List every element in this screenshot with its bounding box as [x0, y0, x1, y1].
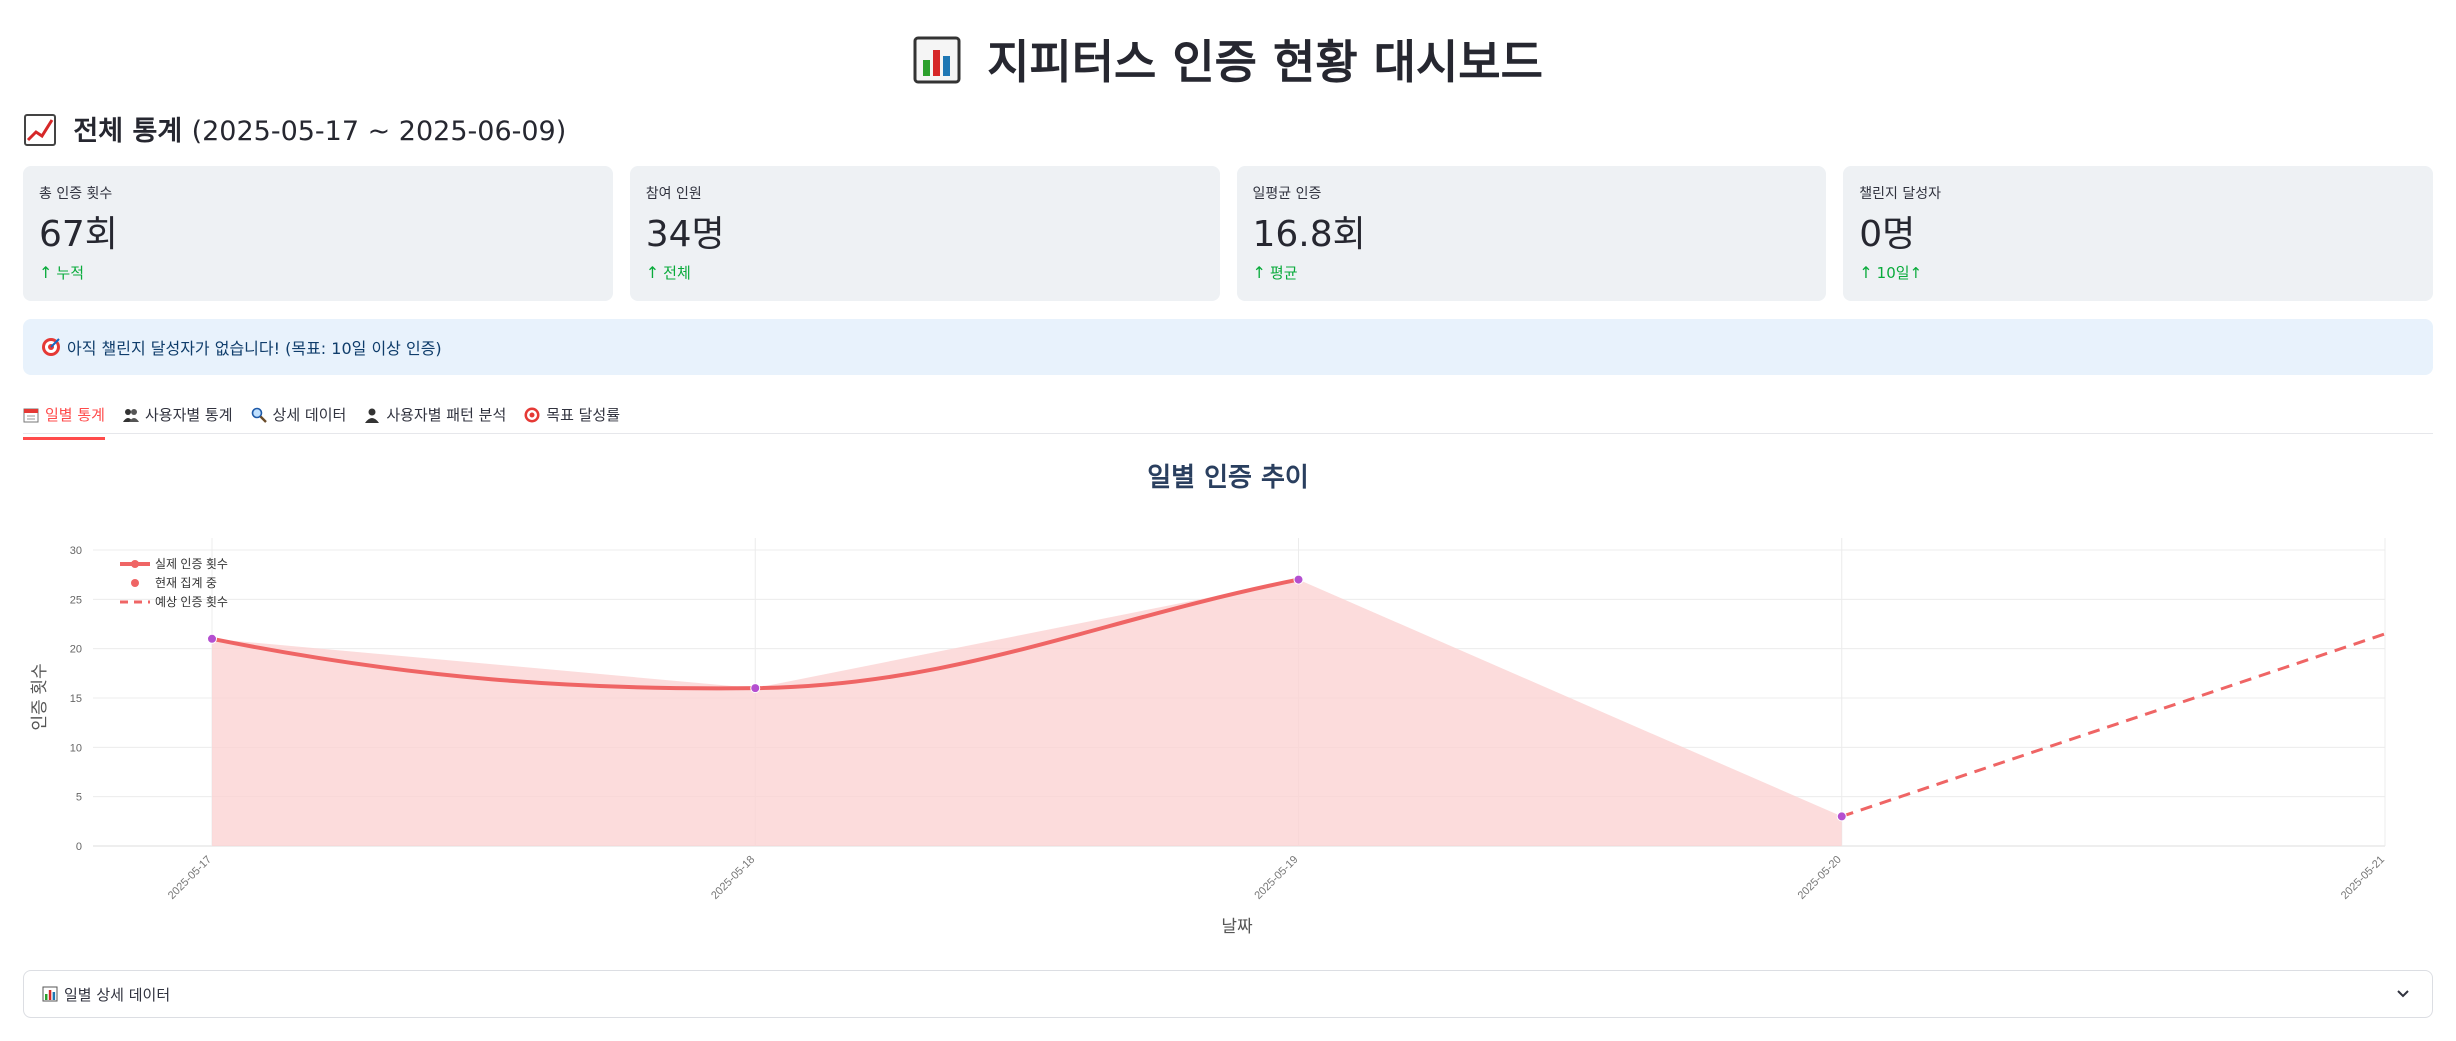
metric-label: 챌린지 달성자 — [1859, 186, 1941, 202]
arrow-up-icon: ↑ — [39, 263, 53, 282]
metric-total-count: 총 인증 횟수 67회 ↑ 누적 — [23, 166, 613, 301]
y-tick-label: 20 — [70, 644, 82, 656]
metric-value: 16.8회 — [1252, 214, 1366, 255]
chevron-down-icon[interactable] — [2392, 983, 2414, 1005]
y-tick-label: 10 — [70, 742, 82, 754]
metric-label: 일평균 인증 — [1252, 186, 1322, 202]
series-line-projected — [1841, 632, 2386, 818]
page-title-text: 지피터스 인증 현황 대시보드 — [987, 35, 1543, 89]
metric-challenge-achievers: 챌린지 달성자 0명 ↑ 10일↑ — [1843, 166, 2433, 301]
tab-label: 사용자별 패턴 분석 — [386, 405, 507, 424]
metric-daily-average: 일평균 인증 16.8회 ↑ 평균 — [1236, 166, 1827, 301]
data-point — [207, 633, 217, 644]
y-tick-label: 25 — [70, 594, 82, 606]
daily-detail-expander[interactable]: 일별 상세 데이터 — [23, 970, 2433, 1018]
bar-chart-icon — [913, 36, 961, 100]
overview-title-text: 전체 통계 — [73, 116, 183, 147]
tab-bar: 일별 통계 사용자별 통계 상세 데이터 사용자별 패턴 분석 목표 달성률 — [23, 396, 2433, 440]
overview-title: 전체 통계 (2025-05-17 ~ 2025-06-09) — [24, 112, 566, 152]
x-tick-label: 2025-05-19 — [1252, 854, 1300, 902]
x-tick-label: 2025-05-17 — [166, 854, 214, 902]
y-tick-label: 5 — [76, 792, 82, 804]
page-title: 지피터스 인증 현황 대시보드 — [0, 30, 2456, 100]
metric-delta: ↑ 평균 — [1253, 262, 1811, 284]
data-point — [1293, 574, 1304, 585]
tab-user-pattern[interactable]: 사용자별 패턴 분석 — [364, 396, 506, 433]
arrow-up-icon: ↑ — [1252, 263, 1266, 282]
tab-goal-rate[interactable]: 목표 달성률 — [524, 396, 620, 433]
area-fill — [212, 579, 1842, 846]
metric-value: 67회 — [39, 214, 118, 255]
arrow-up-icon: ↑ — [1859, 263, 1873, 282]
metric-label: 참여 인원 — [645, 186, 702, 202]
legend-marker-current — [131, 579, 139, 587]
target-icon — [42, 338, 60, 356]
tab-label: 일별 통계 — [45, 405, 105, 424]
metrics-row: 총 인증 횟수 67회 ↑ 누적 참여 인원 34명 ↑ 전체 일평균 인증 16.… — [23, 166, 2433, 301]
metric-delta: ↑ 누적 — [39, 262, 597, 284]
x-tick-label: 2025-05-18 — [709, 854, 757, 902]
legend-label: 예상 인증 횟수 — [155, 595, 228, 609]
x-tick-label: 2025-05-21 — [2339, 854, 2387, 902]
daily-trend-chart: 0 5 10 15 20 25 30 2025-05-17 2025-05-18 2025-05-… — [30, 538, 2387, 936]
calendar-icon — [23, 408, 39, 422]
chart-title: 일별 인증 추이 — [1147, 463, 1309, 493]
x-axis-label: 날짜 — [1221, 917, 1253, 936]
tab-label: 사용자별 통계 — [144, 405, 233, 424]
metric-delta: ↑ 전체 — [646, 262, 1204, 284]
magnifier-icon — [251, 407, 267, 423]
y-tick-label: 30 — [70, 545, 82, 557]
arrow-up-icon: ↑ — [645, 263, 660, 282]
bar-chart-icon — [42, 986, 58, 1002]
info-banner-text: 아직 챌린지 달성자가 없습니다! (목표: 10일 이상 인증) — [67, 339, 442, 358]
tab-daily-stats[interactable]: 일별 통계 — [23, 396, 105, 440]
info-banner: 아직 챌린지 달성자가 없습니다! (목표: 10일 이상 인증) — [23, 319, 2433, 375]
tab-user-stats[interactable]: 사용자별 통계 — [122, 396, 233, 433]
trending-up-icon — [24, 114, 56, 146]
tab-label: 상세 데이터 — [272, 405, 347, 424]
metric-delta-text: 평균 — [1269, 264, 1298, 282]
metric-delta: ↑ 10일↑ — [1859, 262, 2417, 284]
metric-delta-text: 누적 — [56, 264, 85, 282]
chart-legend[interactable]: 실제 인증 횟수현재 집계 중예상 인증 횟수 — [120, 557, 228, 609]
metric-participants: 참여 인원 34명 ↑ 전체 — [629, 166, 1220, 301]
tab-label: 목표 달성률 — [546, 405, 621, 424]
data-point — [750, 683, 761, 694]
user-icon — [365, 408, 380, 423]
data-point — [1836, 811, 1847, 822]
metric-delta-text: 10일↑ — [1876, 264, 1923, 282]
x-tick-label: 2025-05-20 — [1796, 854, 1844, 902]
metric-value: 0명 — [1859, 214, 1916, 255]
metric-delta-text: 전체 — [663, 264, 691, 282]
y-tick-label: 0 — [76, 841, 82, 853]
target-icon — [524, 407, 540, 422]
expander-label: 일별 상세 데이터 — [64, 985, 171, 1004]
metric-label: 총 인증 횟수 — [39, 186, 113, 202]
tab-detail-data[interactable]: 상세 데이터 — [251, 396, 347, 433]
chart-area-fill — [212, 579, 1842, 846]
legend-marker-actual — [131, 560, 139, 568]
overview-date-range: (2025-05-17 ~ 2025-06-09) — [191, 116, 567, 147]
y-axis-label: 인증 횟수 — [30, 663, 49, 730]
legend-label: 현재 집계 중 — [155, 576, 217, 590]
users-icon — [122, 408, 139, 422]
legend-label: 실제 인증 횟수 — [155, 557, 228, 571]
metric-value: 34명 — [645, 214, 725, 255]
y-tick-label: 15 — [70, 693, 82, 705]
